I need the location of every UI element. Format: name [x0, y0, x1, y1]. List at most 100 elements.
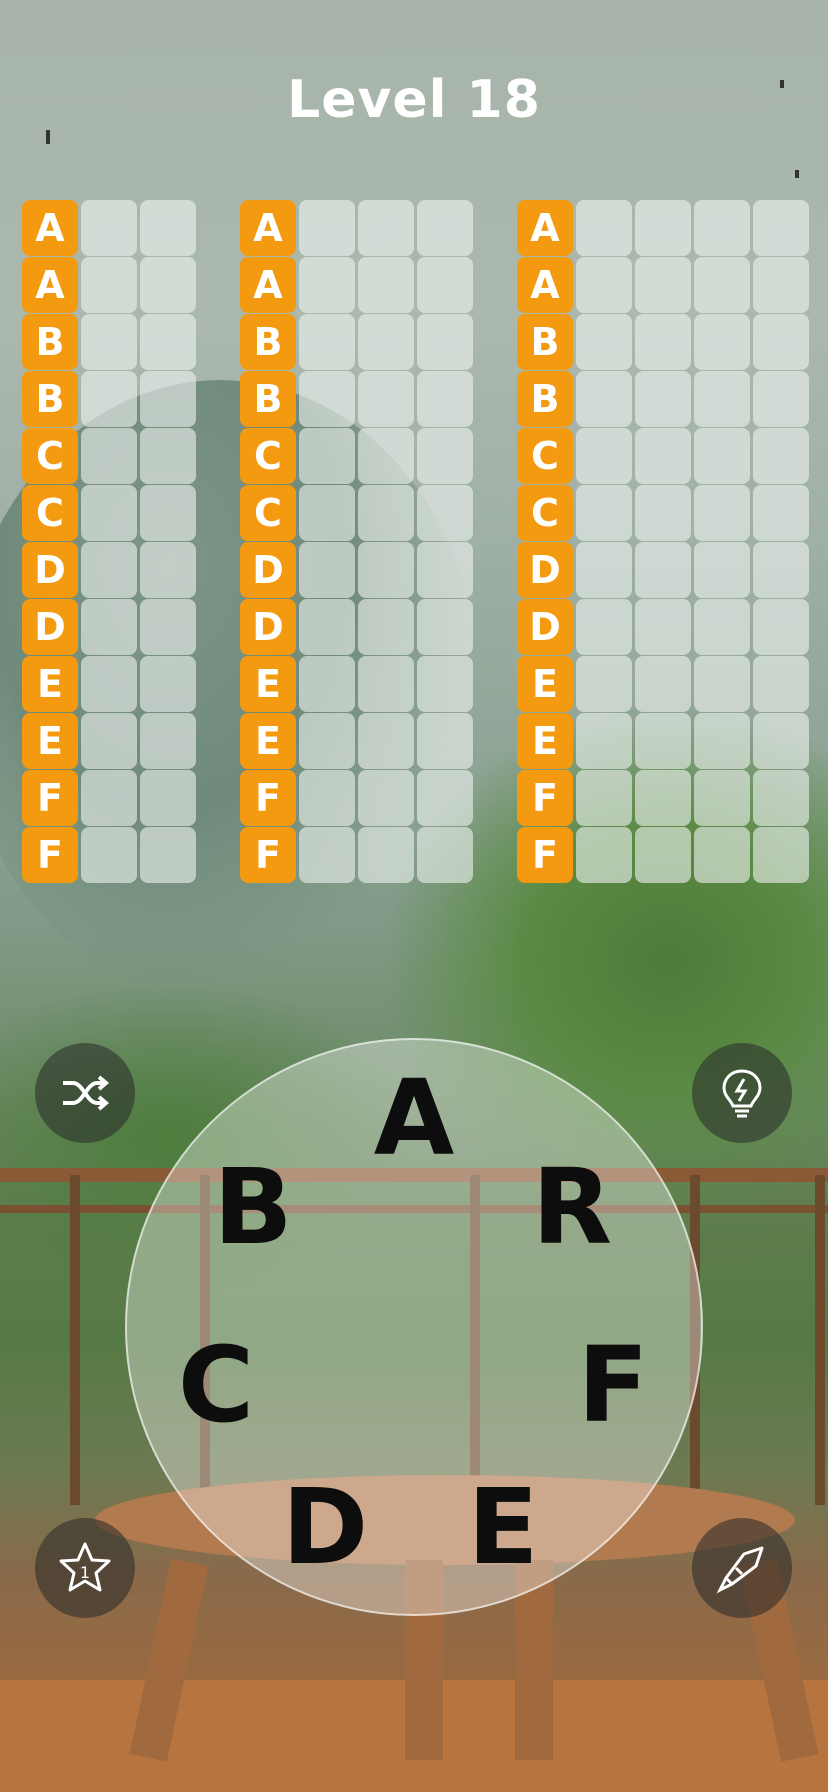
empty-letter-tile	[694, 599, 750, 655]
empty-letter-tile	[299, 485, 355, 541]
empty-letter-tile	[635, 485, 691, 541]
empty-letter-tile	[635, 428, 691, 484]
empty-letter-tile	[576, 713, 632, 769]
empty-letter-tile	[81, 371, 137, 427]
hint-letter-tile: A	[22, 257, 78, 313]
wheel-letter[interactable]: F	[558, 1330, 668, 1440]
empty-letter-tile	[694, 200, 750, 256]
empty-letter-tile	[417, 200, 473, 256]
rocket-icon	[716, 1546, 764, 1594]
rocket-button[interactable]	[692, 1518, 792, 1618]
word-row: F	[517, 827, 812, 884]
word-row: C	[22, 485, 199, 542]
empty-letter-tile	[81, 485, 137, 541]
empty-letter-tile	[635, 827, 691, 883]
hint-letter-tile: E	[240, 656, 296, 712]
empty-letter-tile	[635, 770, 691, 826]
empty-letter-tile	[753, 542, 809, 598]
empty-letter-tile	[140, 200, 196, 256]
empty-letter-tile	[299, 656, 355, 712]
wheel-letter[interactable]: C	[161, 1330, 271, 1440]
word-column-3: AABBCCDDEEFF	[22, 200, 199, 884]
empty-letter-tile	[635, 713, 691, 769]
word-row: C	[517, 428, 812, 485]
empty-letter-tile	[576, 314, 632, 370]
empty-letter-tile	[358, 428, 414, 484]
word-row: F	[22, 827, 199, 884]
word-row: B	[240, 314, 476, 371]
empty-letter-tile	[358, 542, 414, 598]
empty-letter-tile	[635, 542, 691, 598]
empty-letter-tile	[417, 257, 473, 313]
word-row: E	[517, 656, 812, 713]
empty-letter-tile	[417, 314, 473, 370]
hint-letter-tile: A	[22, 200, 78, 256]
empty-letter-tile	[358, 257, 414, 313]
empty-letter-tile	[694, 656, 750, 712]
empty-letter-tile	[299, 770, 355, 826]
word-row: A	[517, 200, 812, 257]
word-row: C	[240, 428, 476, 485]
hint-button[interactable]	[692, 1043, 792, 1143]
empty-letter-tile	[299, 200, 355, 256]
wheel-letter[interactable]: D	[270, 1472, 380, 1582]
wheel-letter[interactable]: B	[198, 1152, 308, 1262]
empty-letter-tile	[358, 200, 414, 256]
word-column-5: AABBCCDDEEFF	[517, 200, 812, 884]
empty-letter-tile	[358, 656, 414, 712]
empty-letter-tile	[81, 428, 137, 484]
word-row: B	[517, 314, 812, 371]
empty-letter-tile	[140, 656, 196, 712]
empty-letter-tile	[81, 656, 137, 712]
word-row: B	[240, 371, 476, 428]
hint-letter-tile: D	[22, 599, 78, 655]
empty-letter-tile	[81, 542, 137, 598]
word-row: F	[517, 770, 812, 827]
empty-letter-tile	[694, 314, 750, 370]
wheel-letter[interactable]: A	[359, 1063, 469, 1173]
level-title: Level 18	[287, 70, 541, 130]
empty-letter-tile	[417, 770, 473, 826]
empty-letter-tile	[299, 371, 355, 427]
empty-letter-tile	[753, 713, 809, 769]
empty-letter-tile	[299, 257, 355, 313]
empty-letter-tile	[635, 656, 691, 712]
empty-letter-tile	[694, 257, 750, 313]
empty-letter-tile	[140, 485, 196, 541]
empty-letter-tile	[635, 371, 691, 427]
hint-letter-tile: F	[517, 770, 573, 826]
railing-post	[70, 1175, 80, 1505]
empty-letter-tile	[576, 656, 632, 712]
star-bonus-button[interactable]: 1	[35, 1518, 135, 1618]
star-count: 1	[80, 1563, 90, 1582]
empty-letter-tile	[358, 485, 414, 541]
empty-letter-tile	[753, 599, 809, 655]
empty-letter-tile	[417, 485, 473, 541]
hint-letter-tile: D	[517, 542, 573, 598]
empty-letter-tile	[576, 371, 632, 427]
hint-letter-tile: D	[240, 599, 296, 655]
empty-letter-tile	[140, 371, 196, 427]
word-row: B	[22, 371, 199, 428]
empty-letter-tile	[753, 428, 809, 484]
hint-letter-tile: A	[517, 200, 573, 256]
empty-letter-tile	[753, 200, 809, 256]
wheel-letter[interactable]: E	[448, 1472, 558, 1582]
empty-letter-tile	[753, 827, 809, 883]
hint-letter-tile: C	[517, 428, 573, 484]
hint-letter-tile: E	[517, 656, 573, 712]
hint-letter-tile: F	[240, 770, 296, 826]
railing-post	[815, 1175, 825, 1505]
hint-letter-tile: E	[22, 656, 78, 712]
hint-letter-tile: E	[22, 713, 78, 769]
wheel-letter[interactable]: R	[517, 1152, 627, 1262]
hint-letter-tile: A	[240, 200, 296, 256]
empty-letter-tile	[694, 827, 750, 883]
empty-letter-tile	[140, 428, 196, 484]
hint-letter-tile: F	[22, 827, 78, 883]
empty-letter-tile	[358, 371, 414, 427]
empty-letter-tile	[694, 770, 750, 826]
empty-letter-tile	[576, 257, 632, 313]
word-row: D	[517, 599, 812, 656]
shuffle-button[interactable]	[35, 1043, 135, 1143]
